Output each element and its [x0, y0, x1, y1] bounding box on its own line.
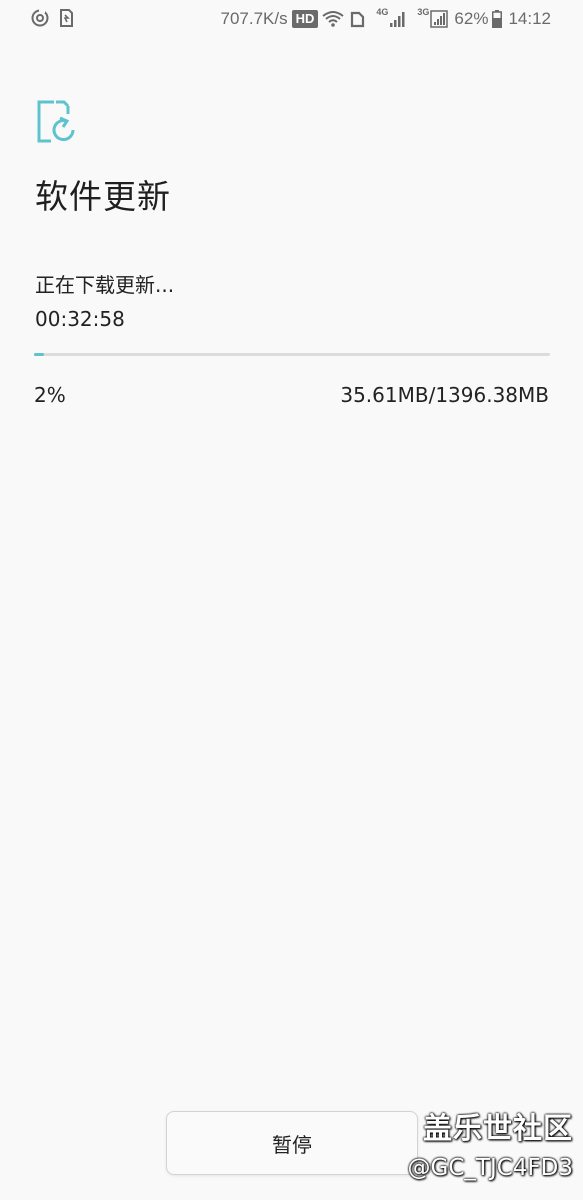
status-left-icons — [30, 8, 82, 28]
battery-percent: 62% — [454, 9, 489, 28]
pause-button-label: 暂停 — [272, 1132, 312, 1157]
software-update-icon — [37, 100, 75, 143]
network-type-2: 3G — [417, 7, 430, 17]
watermark-main: 盖乐世社区 — [422, 1111, 573, 1145]
sync-icon — [31, 9, 49, 27]
watermark-sub: @GC_TJC4FD3 — [407, 1155, 573, 1181]
sd-card-icon — [351, 11, 365, 28]
signal-icon — [390, 12, 405, 27]
network-type-1: 4G — [376, 7, 389, 17]
watermark: 盖乐世社区 @GC_TJC4FD3 — [408, 1105, 573, 1181]
wifi-icon — [322, 11, 345, 27]
elapsed-time: 00:32:58 — [35, 307, 125, 331]
signal-icon — [430, 10, 449, 28]
pause-button[interactable]: 暂停 — [166, 1111, 418, 1175]
battery-icon — [492, 10, 503, 28]
progress-percent: 2% — [34, 383, 66, 407]
download-progress-fill — [34, 353, 45, 356]
status-bar: 707.7K/s HD 4G 3G 62% 14:12 — [0, 0, 583, 38]
download-status-text: 正在下载更新... — [35, 273, 175, 297]
download-progress-bar — [34, 353, 550, 356]
sim-card-icon — [60, 9, 73, 27]
status-right-icons: 707.7K/s HD 4G 3G 62% 14:12 — [220, 7, 551, 31]
page-title: 软件更新 — [35, 177, 171, 216]
download-size: 35.61MB/1396.38MB — [340, 383, 549, 407]
hd-badge: HD — [291, 10, 319, 28]
clock: 14:12 — [508, 9, 551, 28]
net-speed: 707.7K/s — [220, 9, 288, 28]
